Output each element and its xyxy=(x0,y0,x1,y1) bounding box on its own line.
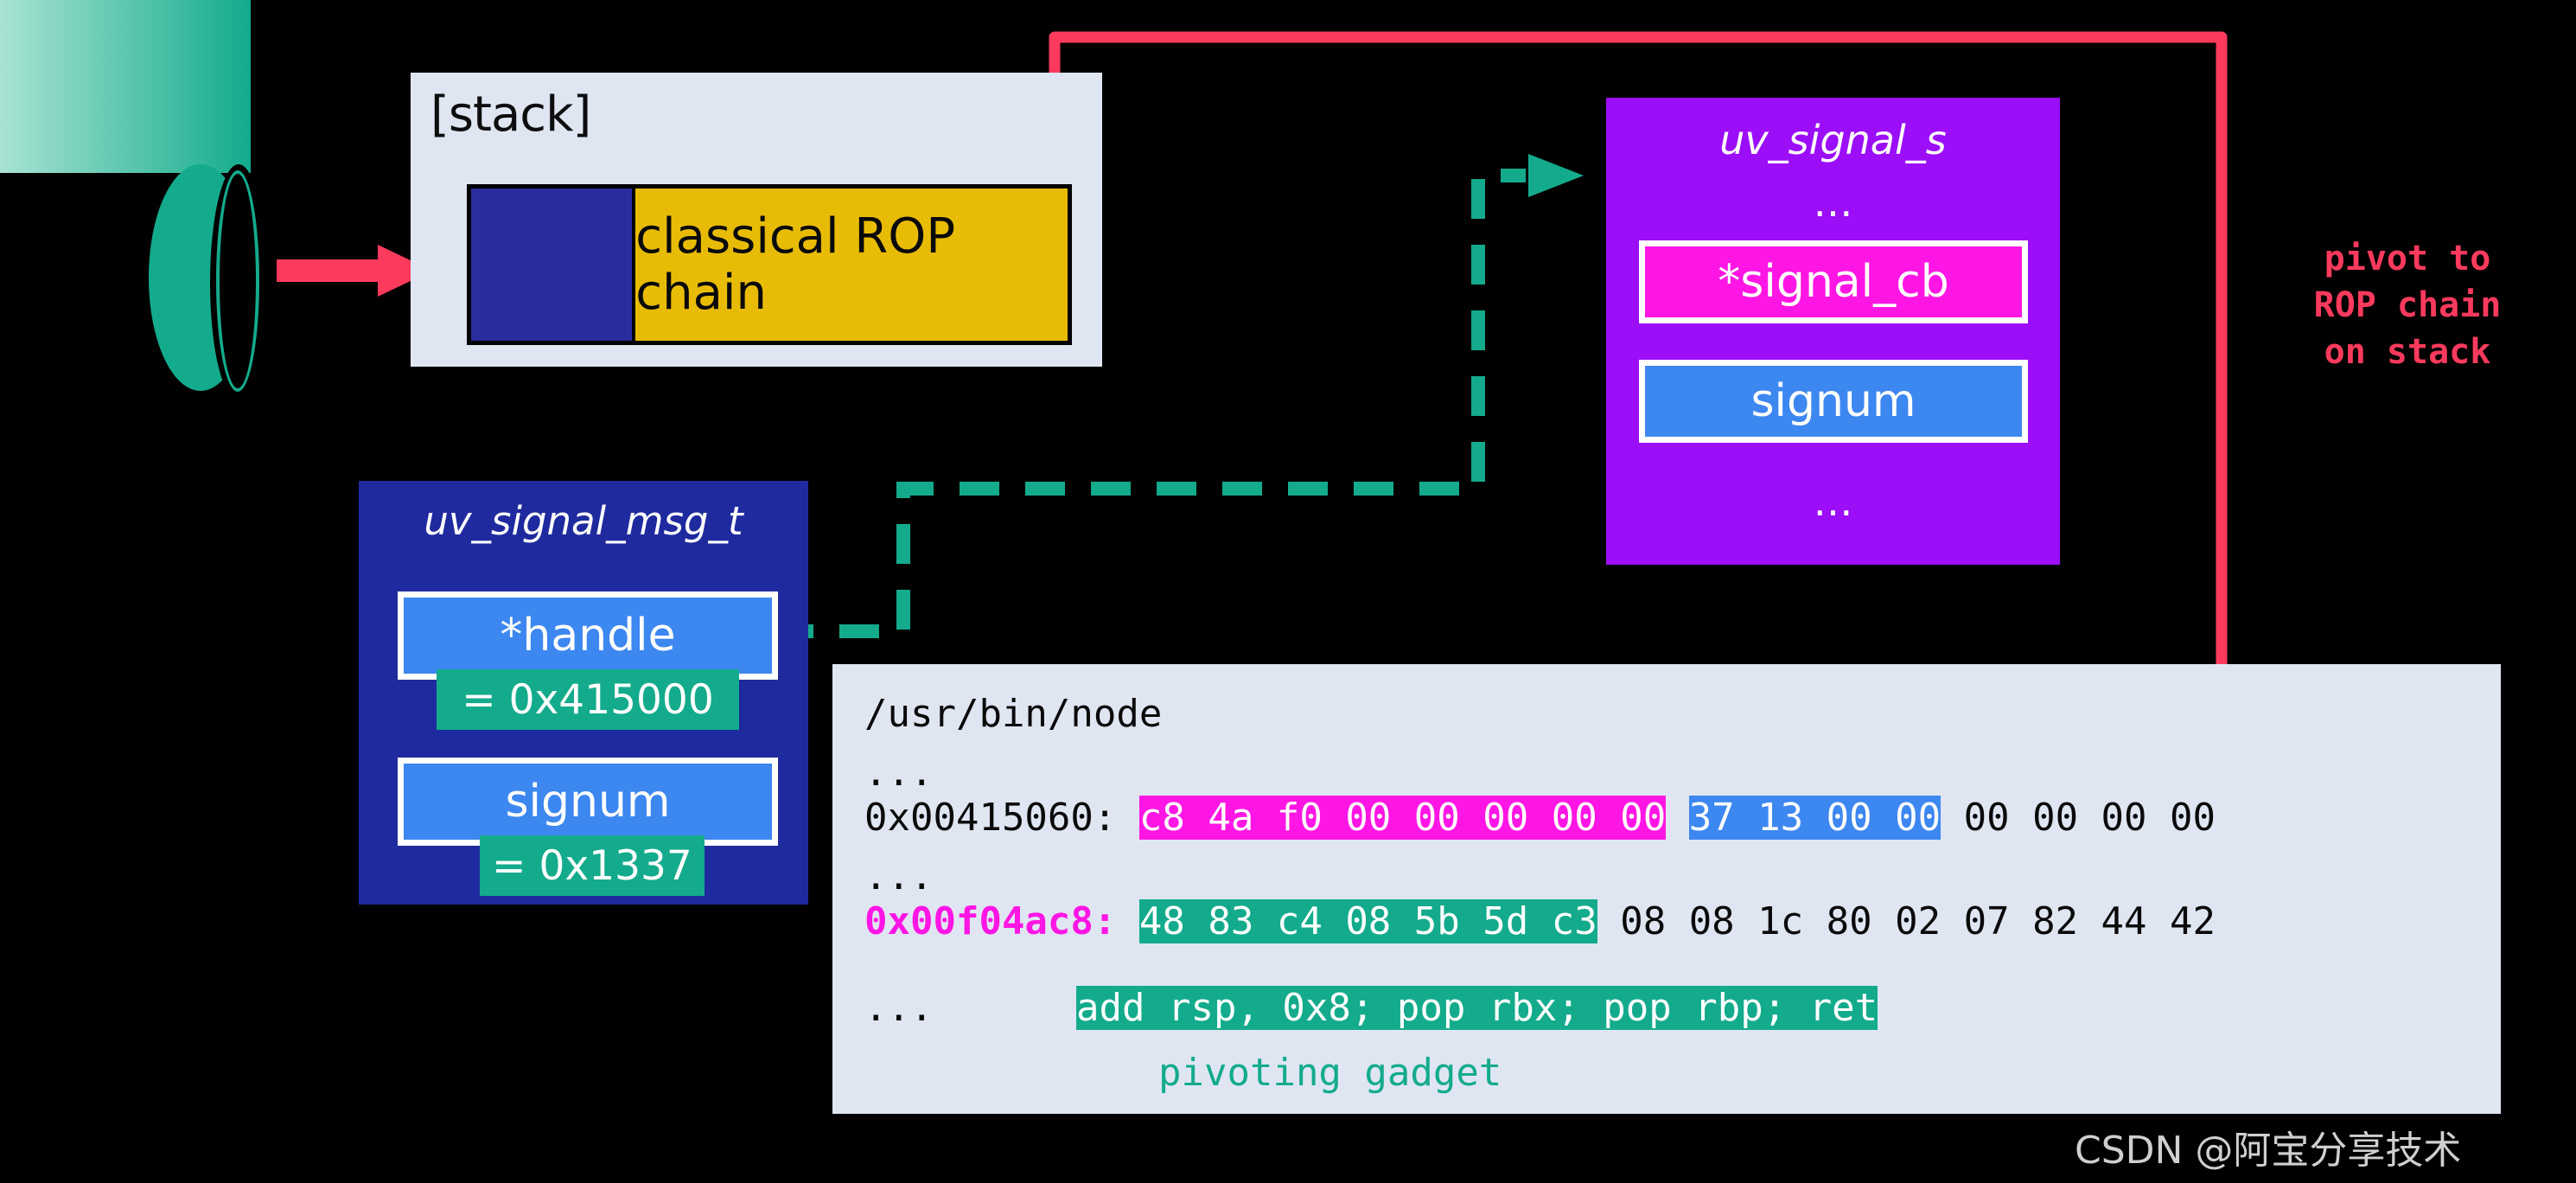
watermark: CSDN @阿宝分享技术 xyxy=(2075,1129,2462,1173)
stack-cell-saved-registers xyxy=(471,189,636,341)
field-signum-value: = 0x1337 xyxy=(480,835,705,896)
stack-cells: classical ROP chain xyxy=(467,184,1072,345)
dump-ellipsis-2: ... xyxy=(864,854,934,898)
input-cylinder-body xyxy=(0,0,251,173)
uv-signal-s-ellipsis-top: … xyxy=(1813,179,1853,226)
input-cylinder-ring-inner xyxy=(216,170,259,392)
stack-label: [stack] xyxy=(430,86,591,143)
pivot-annotation: pivot to ROP chain on stack xyxy=(2313,239,2502,372)
pivoting-gadget-asm: add rsp, 0x8; pop rbx; pop rbp; ret xyxy=(1076,986,1878,1030)
uv-signal-s-ellipsis-bottom: … xyxy=(1813,478,1853,525)
dump-row-2-address: 0x00f04ac8: xyxy=(864,899,1117,943)
dump-row-1-bytes-signum: 37 13 00 00 xyxy=(1688,796,1942,840)
dump-ellipsis-1: ... xyxy=(864,751,934,795)
field-signum-msg: signum xyxy=(398,758,778,846)
dump-row-1-bytes-signal-cb: c8 4a f0 00 00 00 00 00 xyxy=(1138,796,1667,840)
field-signal-cb: *signal_cb xyxy=(1639,240,2028,323)
uv-signal-s-struct: uv_signal_s … *signal_cb signum … xyxy=(1606,98,2060,565)
dump-row-2-bytes-gadget: 48 83 c4 08 5b 5d c3 xyxy=(1138,899,1597,943)
red-arrow-into-stack xyxy=(277,245,432,297)
field-handle-value: = 0x415000 xyxy=(437,669,739,730)
field-handle: *handle xyxy=(398,592,778,680)
field-signum-signal-s: signum xyxy=(1639,360,2028,443)
stack-cell-rop-chain: classical ROP chain xyxy=(635,189,1068,341)
dump-row-2-bytes-plain-left: 08 08 1c 80 02 07 xyxy=(1620,899,2010,943)
pivoting-gadget-caption: pivoting gadget xyxy=(1158,1051,1502,1095)
uv-signal-s-title: uv_signal_s xyxy=(1719,117,1947,163)
dump-ellipsis-3: ... xyxy=(864,986,934,1030)
dump-row-1-bytes-plain-left: 00 xyxy=(1963,796,2010,840)
dump-row-1-address: 0x00415060: xyxy=(864,796,1117,840)
dump-row-2: 0x00f04ac8: 48 83 c4 08 5b 5d c3 08 08 1… xyxy=(864,899,2216,943)
binary-path: /usr/bin/node xyxy=(864,692,1163,736)
dump-row-1-bytes-plain-right: 00 00 00 xyxy=(2032,796,2216,840)
dump-row-2-bytes-plain-right: 82 44 42 xyxy=(2032,899,2216,943)
uv-signal-msg-t-struct: uv_signal_msg_t *handle = 0x415000 signu… xyxy=(359,481,808,905)
uv-signal-msg-t-title: uv_signal_msg_t xyxy=(424,498,743,544)
dump-row-1: 0x00415060: c8 4a f0 00 00 00 00 00 37 1… xyxy=(864,796,2216,840)
